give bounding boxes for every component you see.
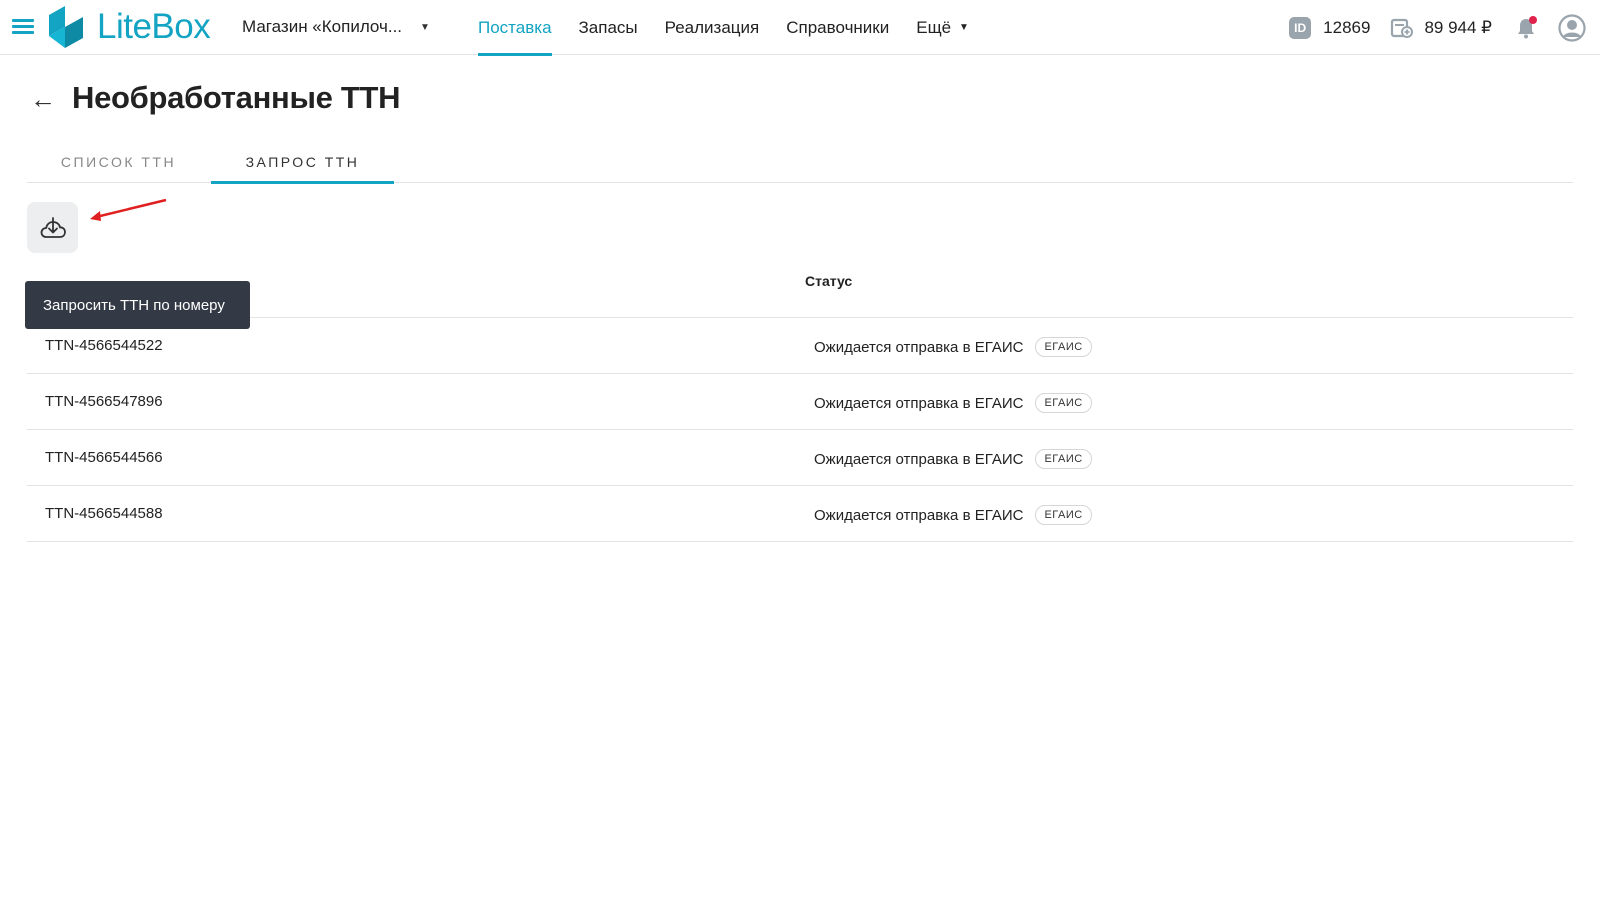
cloud-download-icon xyxy=(40,216,66,238)
status-column-header: Статус xyxy=(805,273,853,289)
annotation-arrow-icon xyxy=(90,198,167,221)
ttn-number: TTN-4566544522 xyxy=(45,337,163,354)
logo-text: LiteBox xyxy=(97,7,211,46)
id-icon: ID xyxy=(1289,16,1312,39)
table-header: Статус xyxy=(27,258,1573,318)
header-right: ID 12869 89 944 ₽ xyxy=(1289,0,1600,55)
back-arrow-icon[interactable]: ← xyxy=(30,86,56,112)
ttn-table: Статус TTN-4566544522 Ожидается отправка… xyxy=(27,258,1573,542)
notifications-bell-icon[interactable] xyxy=(1514,15,1538,40)
table-row[interactable]: TTN-4566544522 Ожидается отправка в ЕГАИ… xyxy=(27,318,1573,374)
user-avatar-icon[interactable] xyxy=(1558,13,1586,42)
ttn-number: TTN-4566547896 xyxy=(45,393,163,410)
table-row[interactable]: TTN-4566547896 Ожидается отправка в ЕГАИ… xyxy=(27,374,1573,430)
ttn-status: Ожидается отправка в ЕГАИС ЕГАИС xyxy=(814,449,1092,469)
nav-label: Запасы xyxy=(578,17,638,37)
egais-tag: ЕГАИС xyxy=(1035,393,1092,413)
menu-icon[interactable] xyxy=(12,19,34,35)
ttn-status: Ожидается отправка в ЕГАИС ЕГАИС xyxy=(814,337,1092,357)
status-text: Ожидается отправка в ЕГАИС xyxy=(814,506,1024,524)
nav-item-supply[interactable]: Поставка xyxy=(478,0,552,56)
main-nav: Поставка Запасы Реализация Справочники Е… xyxy=(478,0,996,56)
tabs: СПИСОК ТТН ЗАПРОС ТТН xyxy=(27,140,1573,184)
status-text: Ожидается отправка в ЕГАИС xyxy=(814,450,1024,468)
tab-ttn-request[interactable]: ЗАПРОС ТТН xyxy=(211,140,394,184)
egais-tag: ЕГАИС xyxy=(1035,337,1092,357)
egais-tag: ЕГАИС xyxy=(1035,449,1092,469)
nav-label: Реализация xyxy=(664,17,760,37)
table-row[interactable]: TTN-4566544588 Ожидается отправка в ЕГАИ… xyxy=(27,486,1573,542)
wallet-icon[interactable] xyxy=(1390,16,1414,40)
ttn-status: Ожидается отправка в ЕГАИС ЕГАИС xyxy=(814,393,1092,413)
status-text: Ожидается отправка в ЕГАИС xyxy=(814,394,1024,412)
top-header: LiteBox Магазин «Копилоч... ▼ Поставка З… xyxy=(0,0,1600,56)
nav-item-references[interactable]: Справочники xyxy=(786,0,889,55)
nav-label: Поставка xyxy=(478,17,552,37)
table-row[interactable]: TTN-4566544566 Ожидается отправка в ЕГАИ… xyxy=(27,430,1573,486)
caret-down-icon: ▼ xyxy=(959,22,969,33)
ttn-number: TTN-4566544588 xyxy=(45,505,163,522)
tab-ttn-list[interactable]: СПИСОК ТТН xyxy=(27,140,210,183)
status-text: Ожидается отправка в ЕГАИС xyxy=(814,338,1024,356)
page-title: Необработанные ТТН xyxy=(72,80,401,115)
nav-label: Ещё xyxy=(916,17,952,37)
store-name: Магазин «Копилоч... xyxy=(242,17,403,36)
litebox-logo-icon xyxy=(49,6,83,48)
caret-down-icon: ▼ xyxy=(420,21,430,33)
nav-item-more[interactable]: Ещё ▼ xyxy=(916,0,969,55)
balance[interactable]: 89 944 ₽ xyxy=(1424,18,1492,38)
nav-label: Справочники xyxy=(786,17,890,37)
notification-dot xyxy=(1529,15,1537,24)
account-id: 12869 xyxy=(1323,17,1371,37)
request-ttn-button[interactable] xyxy=(27,202,78,253)
tooltip: Запросить ТТН по номеру xyxy=(25,281,250,329)
egais-tag: ЕГАИС xyxy=(1035,505,1092,525)
store-selector[interactable]: Магазин «Копилоч... ▼ xyxy=(242,17,430,37)
nav-item-stock[interactable]: Запасы xyxy=(579,0,638,55)
nav-item-sales[interactable]: Реализация xyxy=(665,0,760,55)
ttn-number: TTN-4566544566 xyxy=(45,449,163,466)
ttn-status: Ожидается отправка в ЕГАИС ЕГАИС xyxy=(814,505,1092,525)
logo[interactable]: LiteBox xyxy=(45,5,211,49)
